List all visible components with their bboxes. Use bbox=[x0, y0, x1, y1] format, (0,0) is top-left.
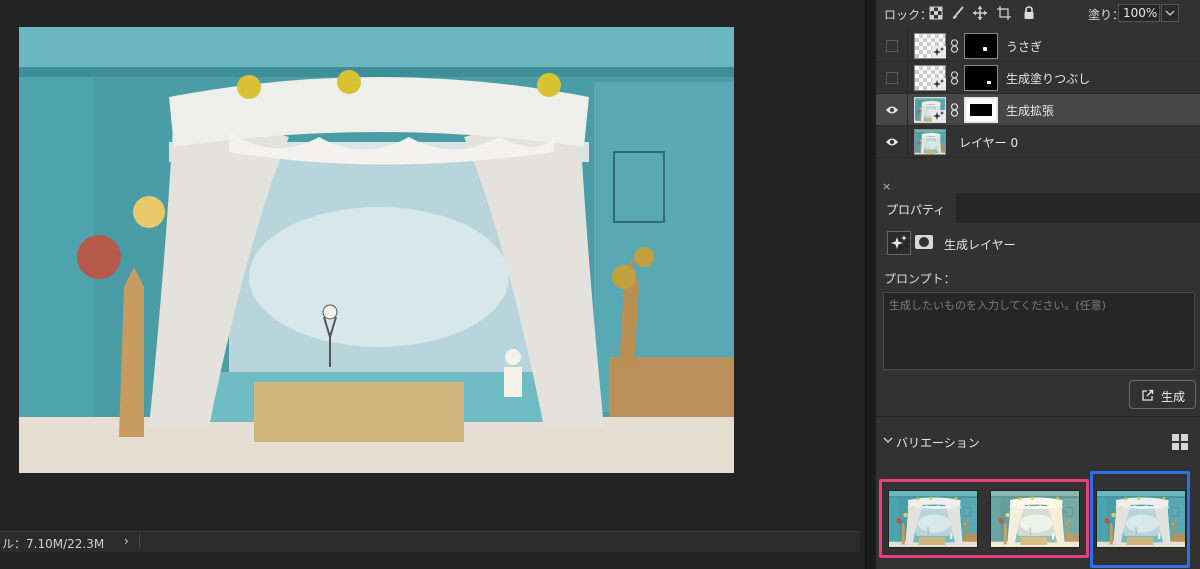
prompt-label: プロンプト： bbox=[884, 272, 956, 286]
layer-mask-thumbnail[interactable] bbox=[964, 97, 998, 123]
layer-row-layer-0[interactable]: レイヤー 0 bbox=[876, 126, 1200, 158]
status-divider bbox=[139, 534, 140, 550]
fill-dropdown-button[interactable] bbox=[1161, 4, 1179, 22]
layer-mask-thumbnail[interactable] bbox=[964, 65, 998, 91]
variation-thumbnail-1[interactable] bbox=[888, 490, 978, 548]
layer-row-rabbit[interactable]: うさぎ bbox=[876, 30, 1200, 62]
right-panel: ロック： 塗り： 100% うさぎ 生成塗りつぶし 生成拡張 レイヤー 0 × … bbox=[876, 0, 1200, 569]
layer-row-generative-fill[interactable]: 生成塗りつぶし bbox=[876, 62, 1200, 94]
layer-thumbnail bbox=[914, 129, 946, 155]
generative-sparkle-icon bbox=[891, 235, 907, 249]
variations-header[interactable]: バリエーション bbox=[896, 434, 980, 451]
layer-name: 生成塗りつぶし bbox=[1006, 72, 1091, 86]
chevron-down-icon[interactable] bbox=[883, 436, 893, 444]
generative-sparkle-icon bbox=[932, 78, 946, 90]
export-icon bbox=[1142, 389, 1154, 401]
visibility-toggle[interactable] bbox=[886, 72, 898, 84]
brush-lock-icon[interactable] bbox=[950, 5, 966, 21]
generate-button[interactable]: 生成 bbox=[1129, 380, 1196, 409]
eye-icon[interactable] bbox=[885, 136, 899, 148]
generative-sparkle-icon bbox=[932, 110, 946, 122]
mask-icon bbox=[915, 235, 933, 249]
panel-divider[interactable] bbox=[865, 0, 876, 569]
layer-name: 生成拡張 bbox=[1006, 104, 1055, 118]
grid-view-icon[interactable] bbox=[1172, 434, 1188, 450]
layer-name: レイヤー 0 bbox=[959, 136, 1019, 150]
tab-properties[interactable]: プロパティ bbox=[876, 193, 956, 223]
properties-tab-bar: プロパティ bbox=[876, 193, 1200, 223]
divider bbox=[876, 416, 1200, 417]
chevron-down-icon bbox=[1165, 10, 1175, 16]
link-icon[interactable] bbox=[950, 103, 959, 117]
layer-row-generative-expand[interactable]: 生成拡張 bbox=[876, 94, 1200, 126]
move-lock-icon[interactable] bbox=[972, 5, 988, 21]
variation-thumbnail-2[interactable] bbox=[990, 490, 1080, 548]
status-bar: ル：7.10M/22.3M › bbox=[0, 531, 860, 552]
fill-opacity-input[interactable]: 100% bbox=[1118, 4, 1160, 22]
canvas-area[interactable]: ル：7.10M/22.3M › bbox=[0, 0, 865, 569]
generative-sparkle-icon bbox=[932, 46, 946, 58]
generate-label: 生成 bbox=[1161, 390, 1186, 404]
artboard-lock-icon[interactable] bbox=[996, 5, 1012, 21]
link-icon[interactable] bbox=[950, 39, 959, 53]
layers-lock-row: ロック： 塗り： 100% bbox=[876, 0, 1200, 28]
document-image[interactable] bbox=[19, 27, 734, 473]
status-menu-chevron-icon[interactable]: › bbox=[124, 534, 129, 548]
generative-layer-icon bbox=[887, 231, 911, 255]
layer-mask-thumbnail[interactable] bbox=[964, 33, 998, 59]
layer-name: うさぎ bbox=[1006, 40, 1043, 54]
layer-type-label: 生成レイヤー bbox=[944, 238, 1016, 252]
file-size-readout: ル：7.10M/22.3M bbox=[2, 537, 105, 551]
close-icon[interactable]: × bbox=[882, 180, 891, 193]
lock-label: ロック： bbox=[884, 8, 933, 22]
eye-icon[interactable] bbox=[885, 104, 899, 116]
visibility-toggle[interactable] bbox=[886, 40, 898, 52]
prompt-input[interactable] bbox=[883, 292, 1195, 370]
padlock-icon[interactable] bbox=[1021, 5, 1037, 21]
link-icon[interactable] bbox=[950, 71, 959, 85]
variation-thumbnail-3[interactable] bbox=[1096, 490, 1186, 548]
transparency-lock-icon[interactable] bbox=[928, 5, 944, 21]
